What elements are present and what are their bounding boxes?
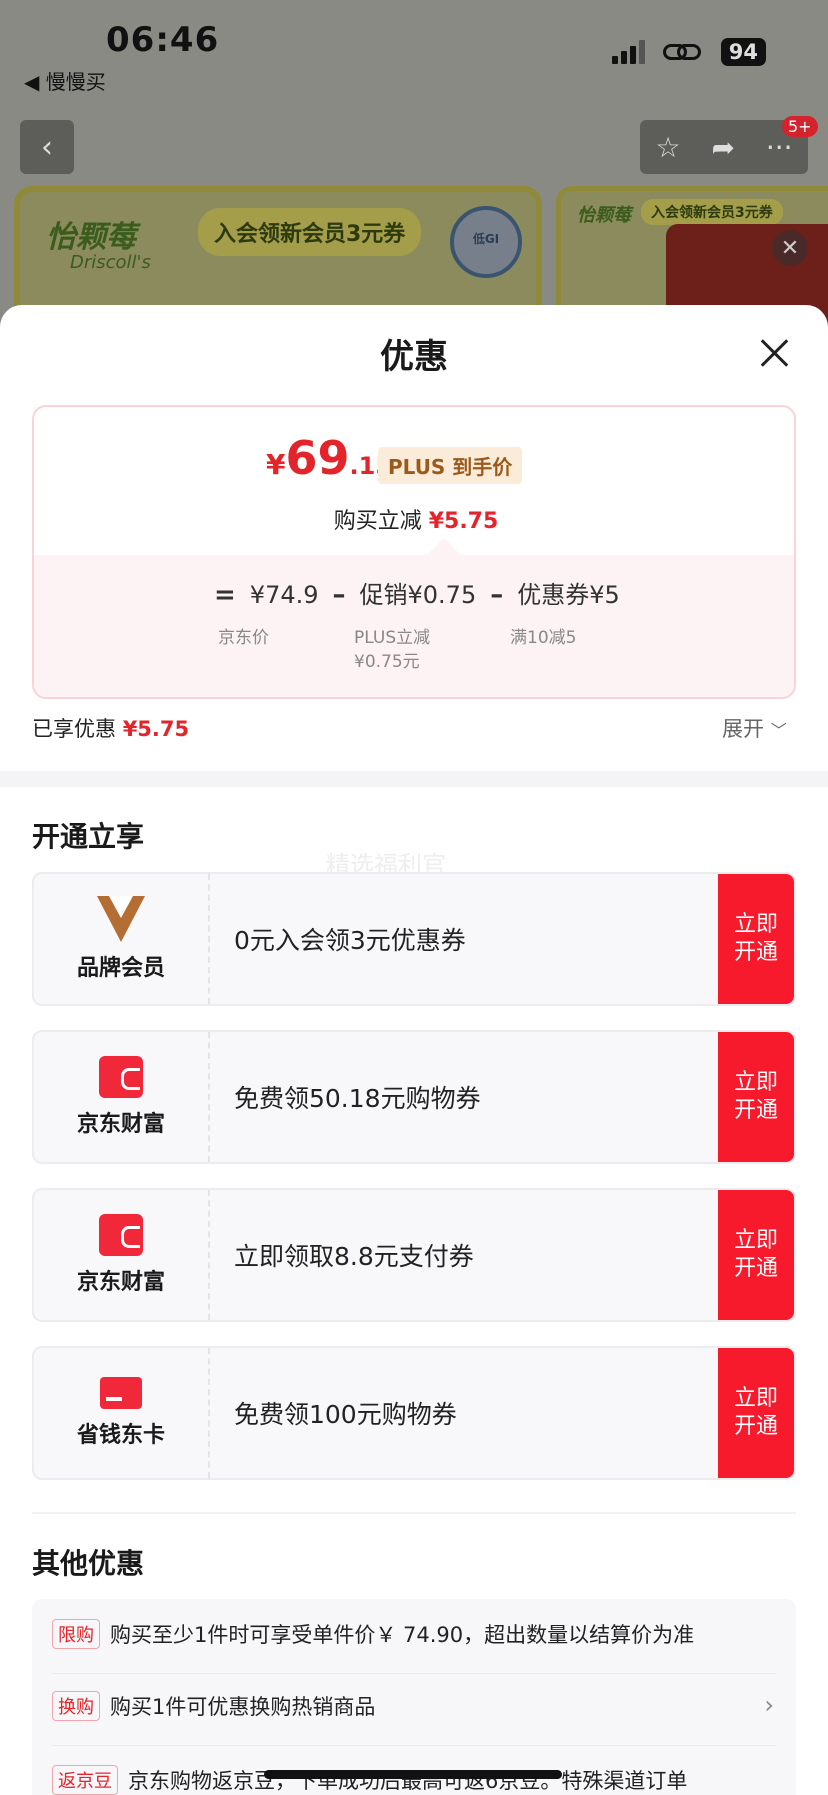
divider [32,1512,796,1514]
benefit-label: 品牌会员 [76,956,165,981]
equals-sign: = [214,580,236,610]
list-item: 限购 购买至少1件时可享受单件价￥ 74.90，超出数量以结算价为准 [52,1619,782,1649]
benefit-label: 省钱东卡 [76,1423,165,1448]
reduce-value: ¥5.75 [428,509,499,534]
wallet-icon [99,1056,143,1098]
currency-symbol: ¥ [266,448,286,481]
open-now-button[interactable]: 立即开通 [718,874,794,1004]
chevron-right-icon[interactable]: › [764,1691,774,1719]
benefit-desc: 0元入会领3元优惠券 [234,926,466,955]
price-breakdown-card: ¥ 69 .15 PLUS 到手价 购买立减 ¥5.75 = ¥74.9 – 促… [32,405,796,699]
reduce-line: 购买立减 ¥5.75 [34,503,794,535]
benefit-label: 京东财富 [76,1270,165,1295]
row-separator [52,1745,776,1746]
home-indicator[interactable] [264,1770,562,1779]
benefit-desc: 免费领100元购物券 [234,1400,457,1429]
chevron-down-icon: ﹀ [770,721,787,740]
card-icon [100,1377,142,1409]
benefit-card[interactable]: 品牌会员 0元入会领3元优惠券 立即开通 [32,872,796,1006]
benefit-card[interactable]: 京东财富 免费领50.18元购物券 立即开通 [32,1030,796,1164]
jd-price: ¥74.9 [249,581,319,609]
reduce-label: 购买立减 [333,509,422,534]
banner-brand-en: Driscoll's [70,252,151,273]
message-badge: 5+ [782,116,818,137]
offer-text: 购买1件可优惠换购热销商品 [110,1695,376,1719]
price-formula: = ¥74.9 – 促销¥0.75 – 优惠券¥5 [214,575,620,610]
offer-tag: 换购 [52,1691,100,1721]
price-integer: 69 [285,431,350,485]
close-icon[interactable] [756,335,792,371]
offer-tag: 限购 [52,1619,100,1649]
saved-label: 已享优惠 [32,717,116,741]
promo-amount: 促销¥0.75 [359,581,477,609]
benefit-card[interactable]: 京东财富 立即领取8.8元支付券 立即开通 [32,1188,796,1322]
open-now-button[interactable]: 立即开通 [718,1348,794,1478]
brand-member-v-icon [97,896,145,942]
benefit-label: 京东财富 [76,1112,165,1137]
low-gi-seal: 低GI [450,206,522,278]
signal-icon [611,40,645,64]
banner2-pill: 入会领新会员3元券 [641,199,783,225]
other-offers-list: 限购 购买至少1件时可享受单件价￥ 74.90，超出数量以结算价为准 换购 购买… [32,1599,796,1795]
expand-label: 展开 [722,717,764,741]
offer-tag: 返京豆 [52,1765,118,1795]
share-icon[interactable]: ➦ [711,131,734,164]
close-icon[interactable]: ✕ [772,230,808,266]
sheet-title: 优惠 [380,337,448,377]
open-now-button[interactable]: 立即开通 [718,1032,794,1162]
status-time: 06:46 [106,20,220,60]
link-icon [662,41,703,63]
final-price: ¥ 69 .15 [266,431,392,485]
minus-sign: – [332,580,346,610]
promo-label-2: ¥0.75元 [354,652,420,672]
banner-brand: 怡颗莓 [46,220,136,255]
banner-pill: 入会领新会员3元券 [198,208,422,256]
promo-label: PLUS立减 [354,628,431,648]
benefit-card[interactable]: 省钱东卡 免费领100元购物券 立即开通 [32,1346,796,1480]
section-divider [0,771,828,787]
coupon-amount: 优惠券¥5 [517,581,620,609]
other-section-title: 其他优惠 [32,1547,145,1580]
battery-indicator: 94 [720,38,766,66]
minus-sign: – [490,580,504,610]
discount-sheet: 优惠 ¥ 69 .15 PLUS 到手价 购买立减 ¥5.75 = ¥74.9 … [0,305,828,1795]
jd-price-label: 京东价 [218,628,269,648]
saved-summary: 已享优惠 ¥5.75 [32,713,189,743]
back-button[interactable]: ‹ [20,120,74,174]
open-section-title: 开通立享 [32,820,145,853]
status-icons: 94 [611,38,766,66]
row-separator [52,1673,776,1674]
expand-button[interactable]: 展开 ﹀ [722,713,787,743]
wallet-icon [99,1214,143,1256]
open-now-button[interactable]: 立即开通 [718,1190,794,1320]
benefit-desc: 立即领取8.8元支付券 [234,1242,474,1271]
list-item[interactable]: 换购 购买1件可优惠换购热销商品 [52,1691,742,1721]
coupon-label: 满10减5 [510,628,577,648]
offer-text: 购买至少1件时可享受单件价￥ 74.90，超出数量以结算价为准 [110,1623,695,1647]
background-page: 06:46 ◀ 慢慢买 94 ‹ ☆ ➦ ··· 5+ 怡颗莓 Driscoll… [0,0,828,336]
star-icon[interactable]: ☆ [655,131,680,164]
banner2-brand: 怡颗莓 [577,205,631,226]
benefit-desc: 免费领50.18元购物券 [234,1084,481,1113]
plus-price-tag: PLUS 到手价 [378,447,523,484]
saved-value: ¥5.75 [122,717,190,741]
back-to-app-link[interactable]: ◀ 慢慢买 [24,66,106,95]
